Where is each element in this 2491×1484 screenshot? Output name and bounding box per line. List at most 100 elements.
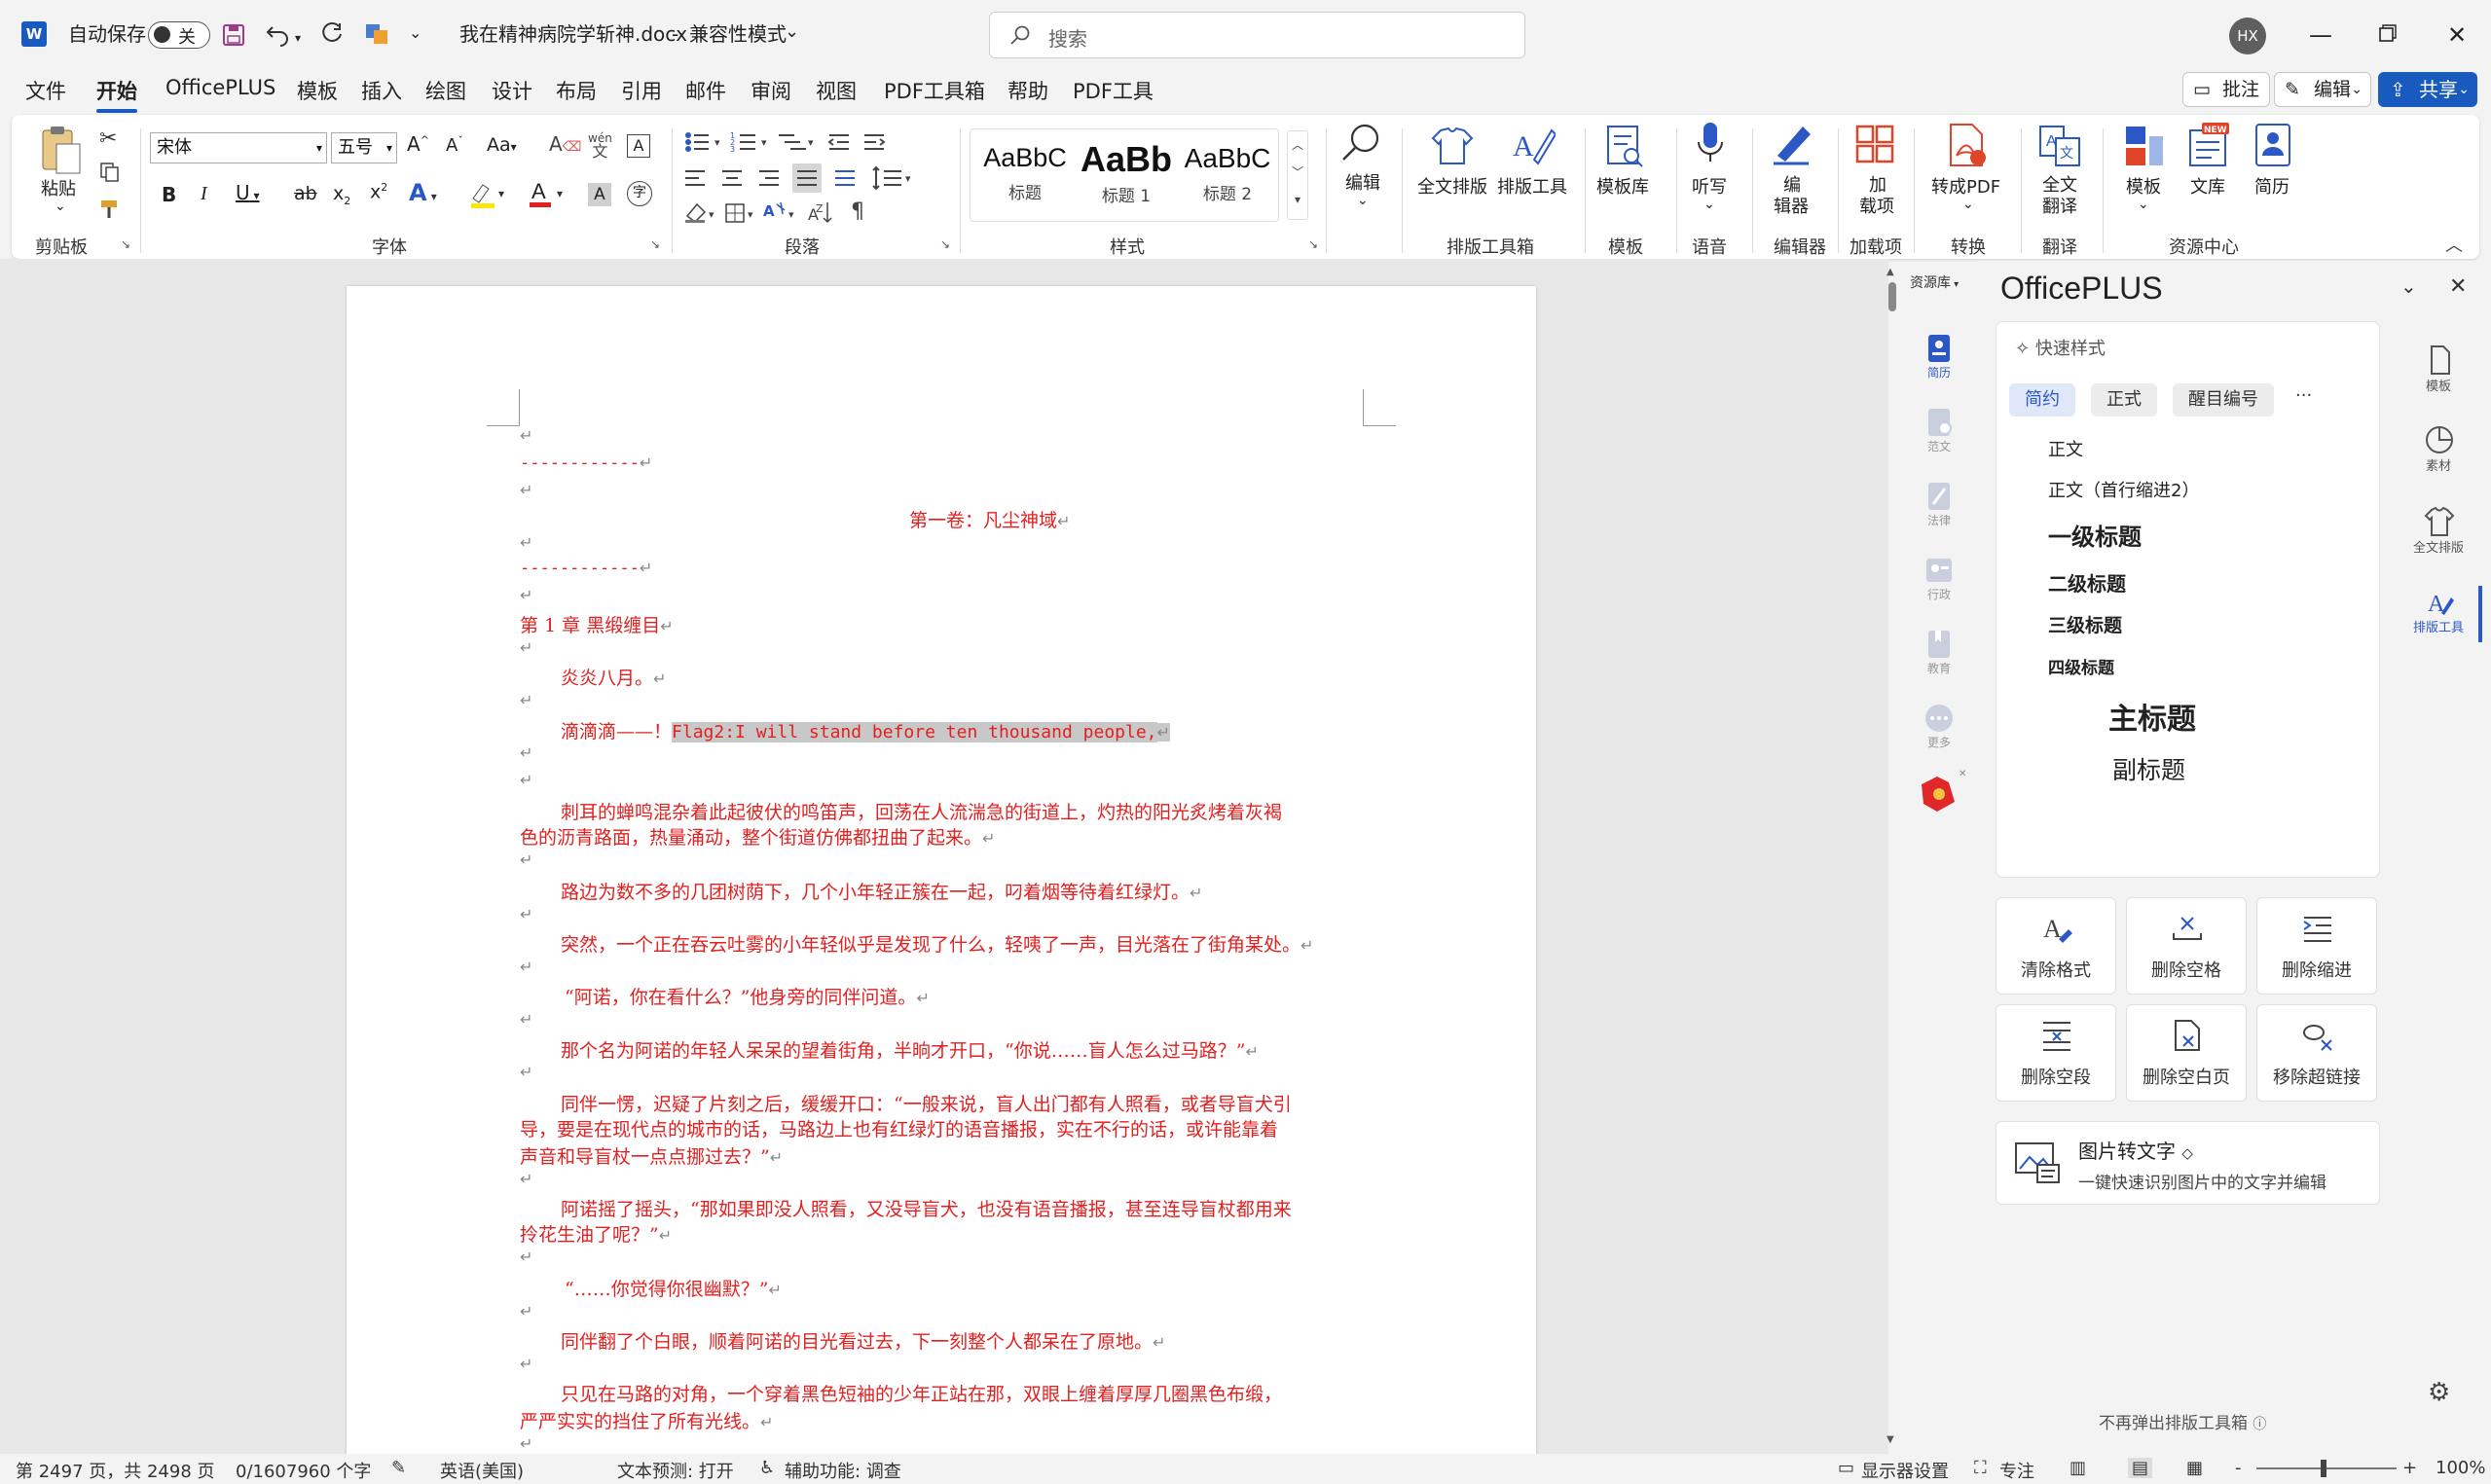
- delete-spaces-button[interactable]: 删除空格: [2126, 897, 2247, 995]
- styles-gallery[interactable]: AaBbC 标题 AaBb 标题 1 AaBbC 标题 2: [970, 128, 1279, 222]
- remove-hyperlink-button[interactable]: 移除超链接: [2256, 1004, 2377, 1102]
- style-heading-4[interactable]: 四级标题: [2048, 654, 2114, 678]
- accessibility-status[interactable]: 辅助功能: 调查: [785, 1458, 901, 1483]
- doc-paragraph[interactable]: 突然，一个正在吞云吐雾的小年轻似乎是发现了什么，轻咦了一声，目光落在了街角某处。…: [561, 930, 1313, 957]
- gear-icon[interactable]: ⚙: [2428, 1378, 2450, 1407]
- doc-paragraph[interactable]: 路边为数不多的几团树荫下，几个小年轻正簇在一起，叼着烟等待着红绿灯。↵: [561, 878, 1202, 904]
- rail-full-typeset[interactable]: 全文排版: [2397, 506, 2480, 556]
- tab-layout[interactable]: 布局: [556, 76, 597, 105]
- doc-paragraph-line[interactable]: 导，要是在现代点的城市的话，马路边上也有红绿灯的语音播报，实在不行的话，或许能靠…: [520, 1115, 1278, 1141]
- image-to-text-card[interactable]: 图片转文字 ◇ 一键快速识别图片中的文字并编辑: [1996, 1121, 2380, 1205]
- chevron-down-icon[interactable]: ⌄: [785, 21, 799, 42]
- translate-icon[interactable]: A文: [2038, 125, 2081, 167]
- font-name-select[interactable]: 宋体 ▾: [150, 132, 327, 163]
- red-envelope-icon[interactable]: [1916, 773, 1959, 815]
- tab-template[interactable]: 模板: [297, 76, 338, 105]
- translate-label-2[interactable]: 翻译: [2042, 193, 2077, 218]
- quick-format-icon[interactable]: [364, 21, 389, 47]
- chevron-down-icon[interactable]: ⌄: [2400, 274, 2417, 298]
- delete-indent-button[interactable]: 删除缩进: [2256, 897, 2377, 995]
- doc-paragraph-line[interactable]: 拎花生油了呢？”↵: [520, 1220, 672, 1247]
- delete-empty-para-button[interactable]: 删除空段: [1996, 1004, 2116, 1102]
- typeset-tools-label[interactable]: 排版工具: [1497, 173, 1567, 199]
- focus-icon[interactable]: ⛶: [1974, 1458, 1987, 1478]
- doc-paragraph[interactable]: 那个名为阿诺的年轻人呆呆的望着街角，半晌才开口，“你说……盲人怎么过马路？”↵: [561, 1036, 1259, 1063]
- print-layout-icon[interactable]: ▤: [2128, 1458, 2153, 1478]
- tab-numbered[interactable]: 醒目编号: [2173, 383, 2274, 416]
- tab-design[interactable]: 设计: [492, 76, 532, 105]
- resume-icon[interactable]: [2253, 123, 2293, 167]
- phonetic-guide-icon[interactable]: wén 文: [588, 132, 612, 160]
- style-heading-1[interactable]: 一级标题: [2048, 518, 2142, 552]
- subscript-icon[interactable]: x2: [333, 183, 350, 207]
- find-icon[interactable]: [1339, 121, 1384, 165]
- collapse-ribbon-icon[interactable]: ︿: [2445, 232, 2463, 257]
- style-heading-2[interactable]: AaBbC 标题 2: [1179, 143, 1276, 204]
- search-box[interactable]: 搜索: [989, 12, 1525, 58]
- proofing-icon[interactable]: ✎: [391, 1458, 406, 1478]
- dictate-label[interactable]: 听写: [1692, 173, 1727, 199]
- user-avatar[interactable]: HX: [2229, 18, 2266, 54]
- chapter-title[interactable]: 第 1 章 黑缎缠目↵: [520, 611, 674, 637]
- doc-paragraph-line[interactable]: 只见在马路的对角，一个穿着黑色短袖的少年正站在那，双眼上缠着厚厚几圈黑色布缎，: [561, 1380, 1282, 1406]
- tab-officeplus[interactable]: OfficePLUS: [165, 76, 275, 99]
- side-law[interactable]: 法律: [1908, 481, 1970, 528]
- display-icon[interactable]: ▭: [1838, 1458, 1854, 1478]
- side-sample[interactable]: 范文: [1908, 407, 1970, 454]
- scroll-thumb[interactable]: [1888, 282, 1896, 311]
- zoom-in[interactable]: +: [2402, 1458, 2417, 1478]
- template-label[interactable]: 模板: [2126, 173, 2161, 199]
- close-icon[interactable]: ✕: [1959, 769, 1966, 779]
- style-body[interactable]: 正文: [2048, 436, 2083, 461]
- compat-mode[interactable]: 兼容性模式: [689, 0, 787, 68]
- close-icon[interactable]: ✕: [2439, 18, 2474, 53]
- editor-pen-icon[interactable]: [1770, 121, 1814, 165]
- undo-icon[interactable]: [265, 21, 292, 47]
- dialog-launcher-icon[interactable]: ↘: [940, 237, 950, 251]
- doc-paragraph[interactable]: “……你觉得你很幽默？”↵: [565, 1275, 782, 1301]
- change-case-icon[interactable]: Aa▾: [487, 134, 517, 156]
- style-title[interactable]: AaBbC 标题: [976, 143, 1074, 203]
- dialog-launcher-icon[interactable]: ↘: [121, 237, 130, 251]
- display-settings[interactable]: 显示器设置: [1861, 1458, 1949, 1483]
- style-subtitle[interactable]: 副标题: [2112, 751, 2185, 786]
- zoom-level[interactable]: 100%: [2436, 1458, 2485, 1478]
- tab-file[interactable]: 文件: [25, 76, 66, 105]
- doc-paragraph-line[interactable]: 刺耳的蝉鸣混杂着此起彼伏的鸣笛声，回荡在人流湍急的街道上，灼热的阳光炙烤着灰褐: [561, 798, 1282, 824]
- paste-label[interactable]: 粘贴: [41, 175, 76, 200]
- microphone-icon[interactable]: [1696, 121, 1725, 167]
- side-resume[interactable]: 简历: [1908, 333, 1970, 380]
- superscript-icon[interactable]: x2: [370, 181, 387, 202]
- chevron-down-icon[interactable]: ⌄: [1357, 193, 1369, 208]
- grow-font-icon[interactable]: A^: [407, 132, 429, 156]
- template-library-label[interactable]: 模板库: [1596, 173, 1649, 199]
- cut-icon[interactable]: ✂: [99, 127, 117, 151]
- zoom-out[interactable]: -: [2235, 1458, 2242, 1478]
- shrink-font-icon[interactable]: Aˇ: [446, 134, 463, 156]
- chevron-down-icon[interactable]: ⌄: [1962, 197, 1974, 212]
- dialog-launcher-icon[interactable]: ↘: [1308, 237, 1318, 251]
- style-body-indent[interactable]: 正文（首行缩进2）: [2048, 477, 2199, 502]
- library-label[interactable]: 文库: [2190, 173, 2225, 199]
- clear-formatting-icon[interactable]: A⌫: [549, 132, 581, 156]
- chevron-down-icon[interactable]: ⌄: [2138, 197, 2149, 212]
- tab-pdf-toolbox[interactable]: PDF工具箱: [884, 76, 985, 105]
- doc-paragraph[interactable]: “阿诺，你在看什么？”他身旁的同伴问道。↵: [565, 983, 930, 1009]
- template-icon[interactable]: [2124, 125, 2165, 167]
- share-button[interactable]: ⇪ 共享 ⌄: [2378, 72, 2477, 107]
- tab-home[interactable]: 开始: [96, 76, 137, 113]
- dash-separator[interactable]: ------------↵: [520, 453, 652, 473]
- more-icon[interactable]: ···: [2295, 385, 2312, 406]
- tab-review[interactable]: 审阅: [751, 76, 791, 105]
- no-popup-link[interactable]: 不再弹出排版工具箱 ⓘ: [2099, 1409, 2266, 1433]
- side-admin[interactable]: 行政: [1908, 555, 1970, 602]
- doc-paragraph-line[interactable]: 色的沥青路面，热量涌动，整个街道仿佛都扭曲了起来。↵: [520, 823, 995, 850]
- scroll-up-icon[interactable]: ▲: [1887, 267, 1894, 277]
- format-painter-icon[interactable]: [99, 199, 123, 220]
- addins-icon[interactable]: [1855, 125, 1896, 165]
- tab-insert[interactable]: 插入: [361, 76, 402, 105]
- read-mode-icon[interactable]: ▥: [2070, 1458, 2086, 1478]
- vertical-scrollbar[interactable]: ▲ ▼: [1885, 267, 1900, 1456]
- clear-format-button[interactable]: A 清除格式: [1996, 897, 2116, 995]
- maximize-icon[interactable]: [2369, 18, 2404, 53]
